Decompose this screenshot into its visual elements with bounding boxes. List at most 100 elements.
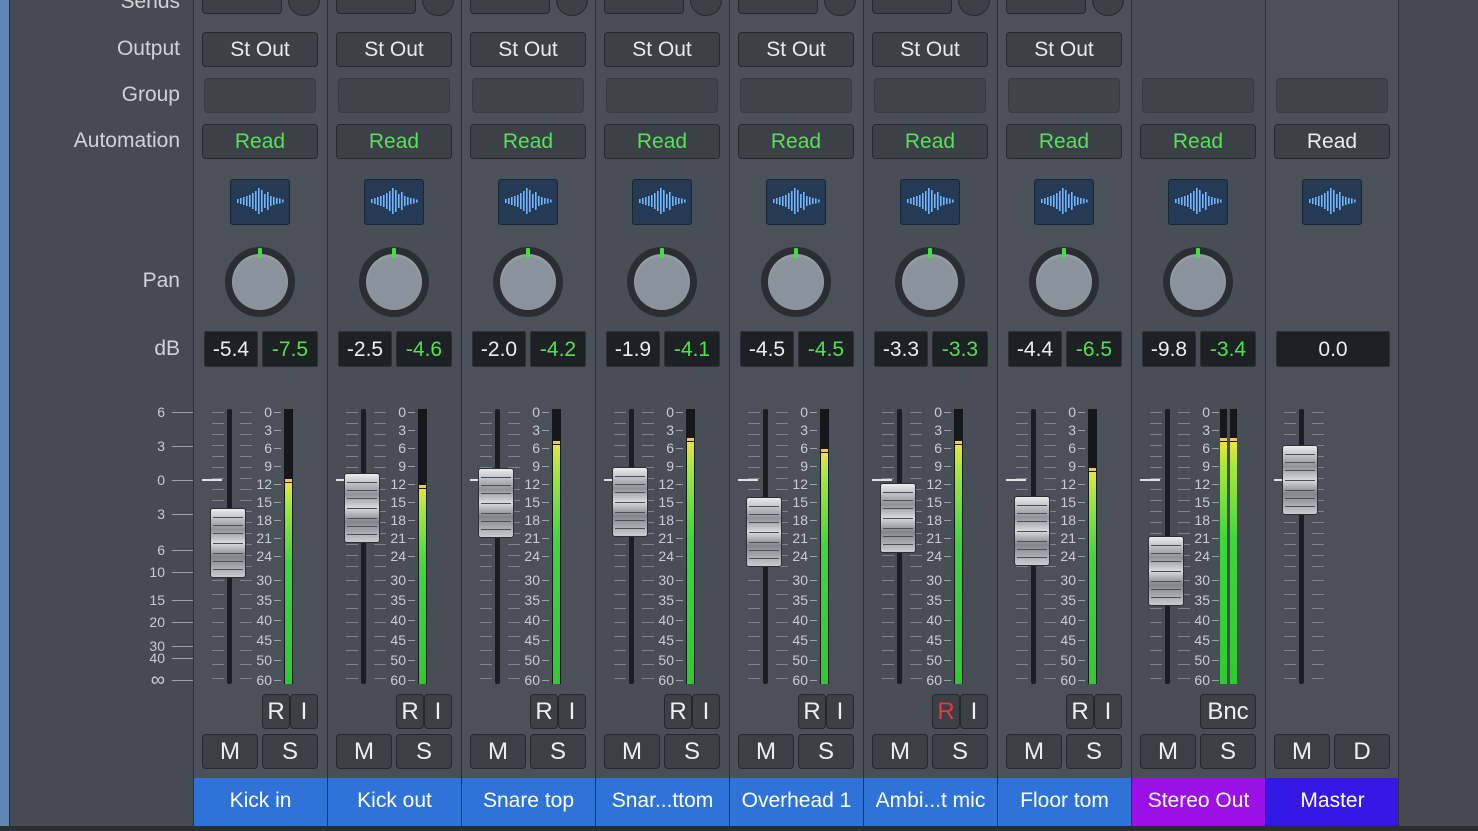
solo-button[interactable]: S <box>396 734 452 769</box>
channel-name[interactable]: Kick out <box>328 778 461 826</box>
record-enable-button[interactable]: R <box>664 694 692 729</box>
audio-waveform-icon[interactable] <box>230 179 290 225</box>
automation-button[interactable]: Read <box>470 124 586 159</box>
pan-knob[interactable] <box>359 247 429 317</box>
channel-name[interactable]: Kick in <box>194 778 327 826</box>
send-level-knob[interactable] <box>422 0 454 16</box>
mute-button[interactable]: M <box>604 734 660 769</box>
pan-knob[interactable] <box>225 247 295 317</box>
volume-readout[interactable]: -3.3 <box>874 331 928 367</box>
mute-button[interactable]: M <box>202 734 258 769</box>
volume-readout[interactable]: 0.0 <box>1276 331 1390 367</box>
automation-button[interactable]: Read <box>1006 124 1122 159</box>
pan-knob[interactable] <box>1163 247 1233 317</box>
send-slot[interactable] <box>1006 0 1086 14</box>
solo-button[interactable]: S <box>664 734 720 769</box>
peak-readout[interactable]: -4.2 <box>530 331 586 367</box>
volume-fader[interactable] <box>344 473 380 544</box>
automation-button[interactable]: Read <box>604 124 720 159</box>
output-button[interactable]: St Out <box>738 32 854 67</box>
output-button[interactable]: St Out <box>1006 32 1122 67</box>
output-button[interactable]: St Out <box>336 32 452 67</box>
mute-button[interactable]: M <box>872 734 928 769</box>
volume-readout[interactable]: -9.8 <box>1142 331 1196 367</box>
channel-name[interactable]: Overhead 1 <box>730 778 863 826</box>
input-monitor-button[interactable]: I <box>558 694 586 729</box>
mute-button[interactable]: M <box>1006 734 1062 769</box>
input-monitor-button[interactable]: I <box>960 694 988 729</box>
bounce-button[interactable]: Bnc <box>1200 694 1256 729</box>
record-enable-button[interactable]: R <box>262 694 290 729</box>
record-enable-button[interactable]: R <box>932 694 960 729</box>
group-slot[interactable] <box>1008 78 1120 113</box>
volume-readout[interactable]: -4.5 <box>740 331 794 367</box>
dim-button[interactable]: D <box>1334 734 1390 769</box>
volume-fader[interactable] <box>478 467 514 538</box>
volume-fader[interactable] <box>1148 535 1184 606</box>
mute-button[interactable]: M <box>336 734 392 769</box>
solo-button[interactable]: S <box>1066 734 1122 769</box>
volume-readout[interactable]: -2.0 <box>472 331 526 367</box>
send-slot[interactable] <box>336 0 416 14</box>
pan-knob[interactable] <box>493 247 563 317</box>
group-slot[interactable] <box>472 78 584 113</box>
automation-button[interactable]: Read <box>1140 124 1256 159</box>
peak-readout[interactable]: -4.1 <box>664 331 720 367</box>
automation-button[interactable]: Read <box>738 124 854 159</box>
peak-readout[interactable]: -4.6 <box>396 331 452 367</box>
record-enable-button[interactable]: R <box>1066 694 1094 729</box>
send-level-knob[interactable] <box>824 0 856 16</box>
send-slot[interactable] <box>738 0 818 14</box>
solo-button[interactable]: S <box>932 734 988 769</box>
volume-readout[interactable]: -4.4 <box>1008 331 1062 367</box>
solo-button[interactable]: S <box>530 734 586 769</box>
volume-readout[interactable]: -1.9 <box>606 331 660 367</box>
send-slot[interactable] <box>872 0 952 14</box>
automation-button[interactable]: Read <box>202 124 318 159</box>
peak-readout[interactable]: -3.4 <box>1200 331 1256 367</box>
volume-readout[interactable]: -5.4 <box>204 331 258 367</box>
mute-button[interactable]: M <box>470 734 526 769</box>
pan-knob[interactable] <box>627 247 697 317</box>
volume-readout[interactable]: -2.5 <box>338 331 392 367</box>
send-level-knob[interactable] <box>288 0 320 16</box>
record-enable-button[interactable]: R <box>396 694 424 729</box>
pan-knob[interactable] <box>1029 247 1099 317</box>
volume-fader[interactable] <box>880 482 916 553</box>
group-slot[interactable] <box>1276 78 1388 113</box>
audio-waveform-icon[interactable] <box>766 179 826 225</box>
mute-button[interactable]: M <box>738 734 794 769</box>
send-slot[interactable] <box>202 0 282 14</box>
audio-waveform-icon[interactable] <box>364 179 424 225</box>
peak-readout[interactable]: -6.5 <box>1066 331 1122 367</box>
send-slot[interactable] <box>470 0 550 14</box>
group-slot[interactable] <box>874 78 986 113</box>
audio-waveform-icon[interactable] <box>900 179 960 225</box>
input-monitor-button[interactable]: I <box>290 694 318 729</box>
output-button[interactable]: St Out <box>470 32 586 67</box>
record-enable-button[interactable]: R <box>530 694 558 729</box>
audio-waveform-icon[interactable] <box>1034 179 1094 225</box>
automation-button[interactable]: Read <box>1274 124 1390 159</box>
peak-readout[interactable]: -3.3 <box>932 331 988 367</box>
volume-fader[interactable] <box>210 507 246 578</box>
pan-knob[interactable] <box>761 247 831 317</box>
send-level-knob[interactable] <box>1092 0 1124 16</box>
output-button[interactable]: St Out <box>202 32 318 67</box>
input-monitor-button[interactable]: I <box>424 694 452 729</box>
channel-name[interactable]: Snare top <box>462 778 595 826</box>
record-enable-button[interactable]: R <box>798 694 826 729</box>
group-slot[interactable] <box>1142 78 1254 113</box>
group-slot[interactable] <box>740 78 852 113</box>
mute-button[interactable]: M <box>1274 734 1330 769</box>
group-slot[interactable] <box>606 78 718 113</box>
volume-fader[interactable] <box>746 497 782 567</box>
channel-name[interactable]: Ambi...t mic <box>864 778 997 826</box>
group-slot[interactable] <box>204 78 316 113</box>
automation-button[interactable]: Read <box>336 124 452 159</box>
send-level-knob[interactable] <box>690 0 722 16</box>
channel-name[interactable]: Master <box>1266 778 1399 826</box>
audio-waveform-icon[interactable] <box>498 179 558 225</box>
send-level-knob[interactable] <box>958 0 990 16</box>
group-slot[interactable] <box>338 78 450 113</box>
